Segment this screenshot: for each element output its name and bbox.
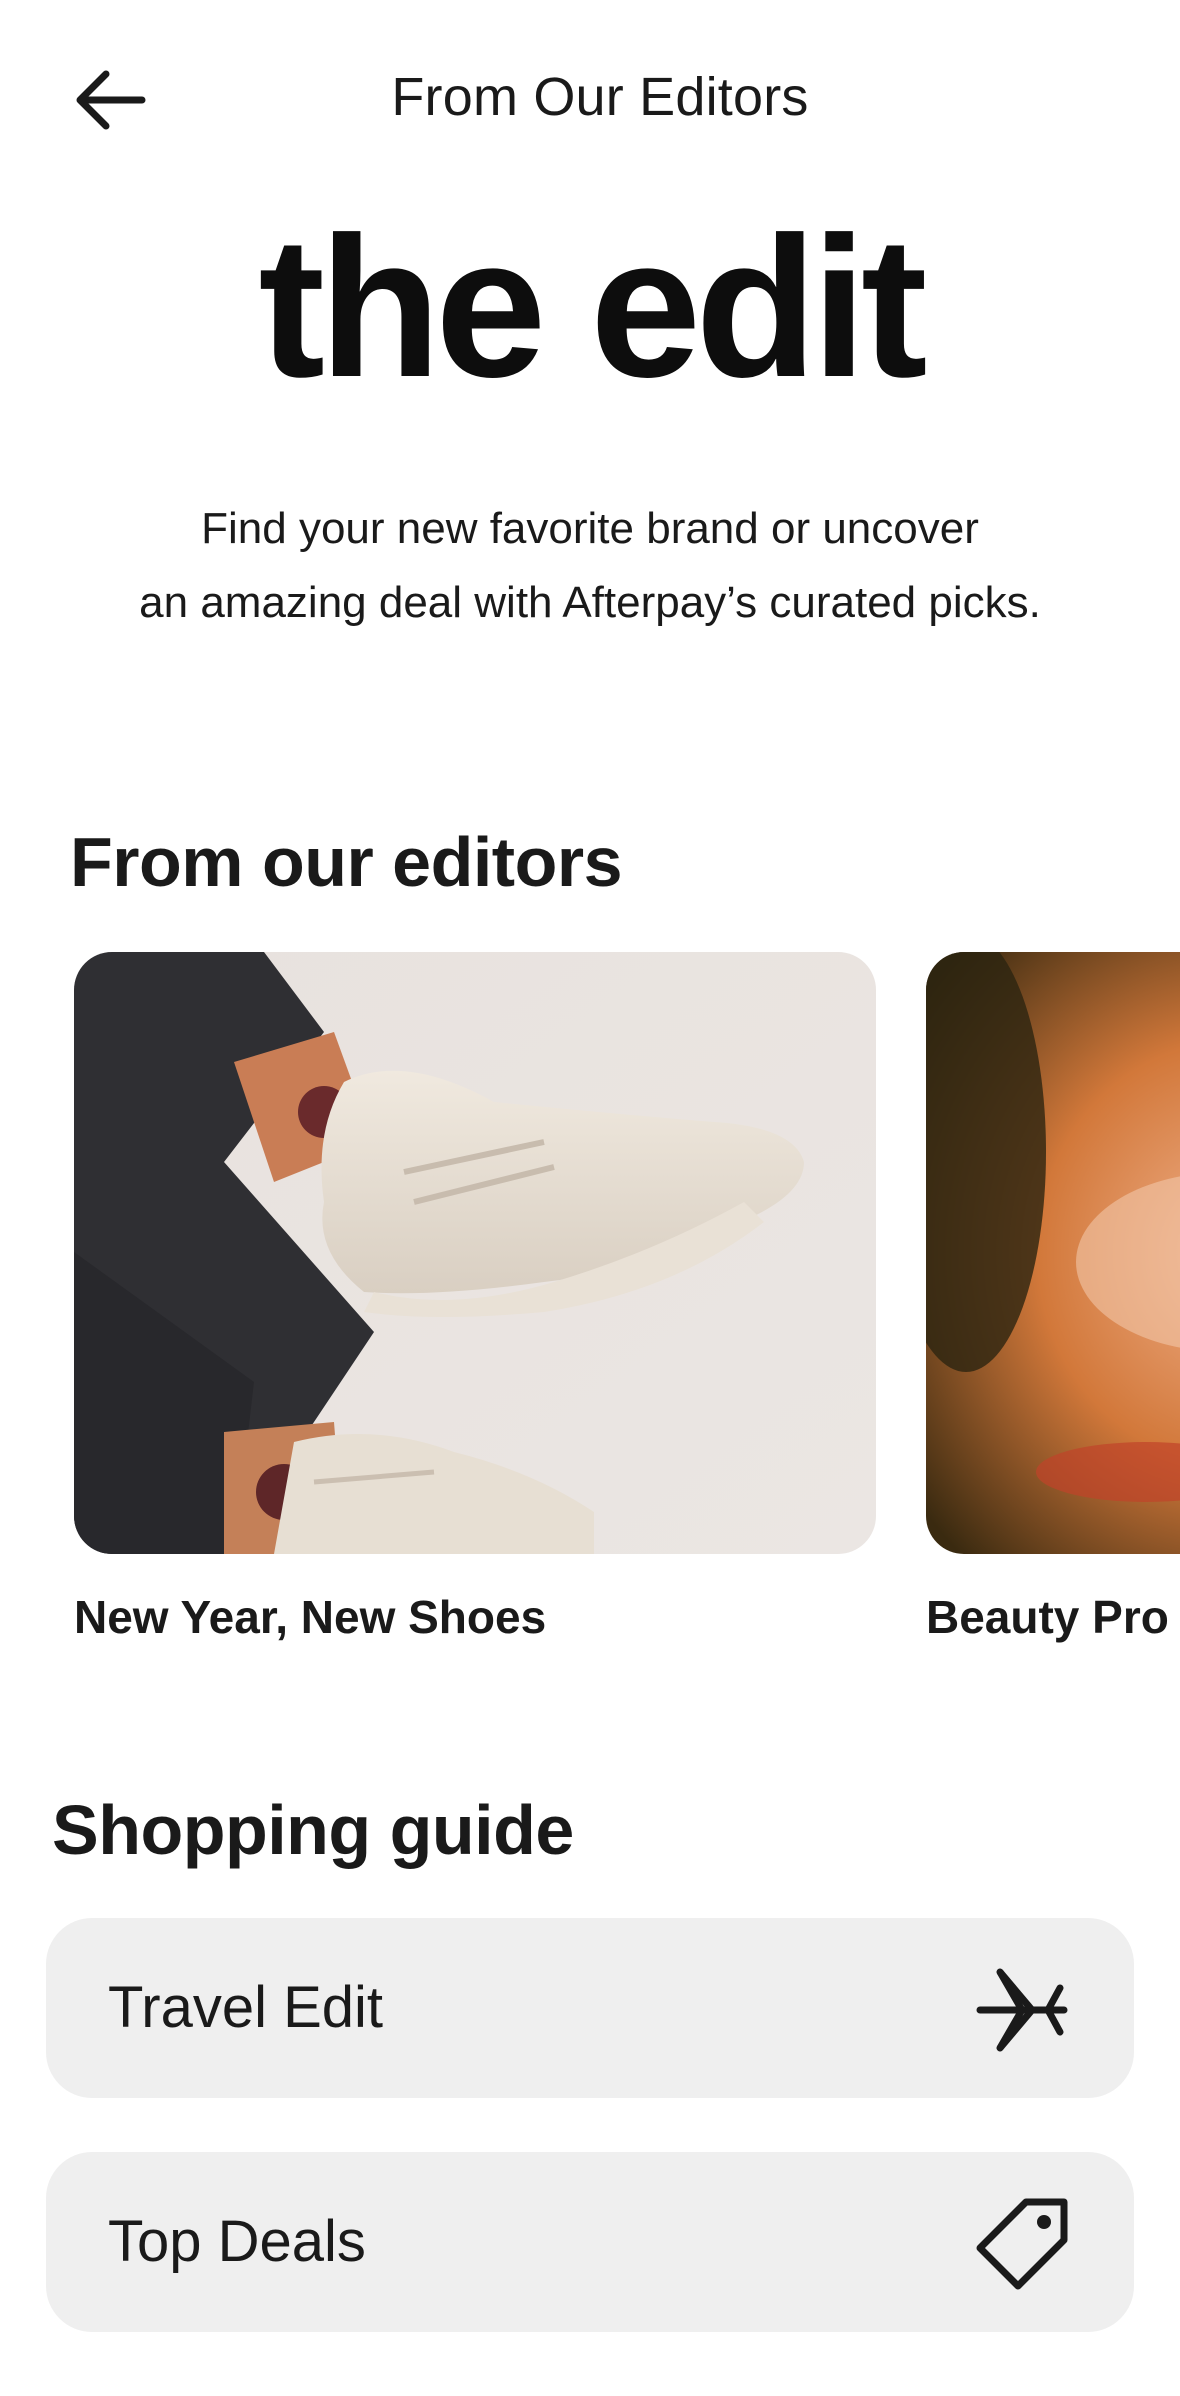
editors-carousel[interactable]: New Year, New Shoes Beauty Pro xyxy=(0,952,1180,1652)
page-title: From Our Editors xyxy=(391,67,809,127)
editors-section-heading: From our editors xyxy=(70,823,623,901)
airplane-icon xyxy=(970,1958,1074,2062)
guide-item-label: Travel Edit xyxy=(108,1975,384,2040)
top-bar: From Our Editors xyxy=(0,0,1180,200)
hero-description-line-1: Find your new favorite brand or uncover xyxy=(201,504,979,553)
guide-item-top-deals[interactable]: Top Deals xyxy=(46,2152,1134,2332)
editor-card[interactable]: Beauty Pro xyxy=(926,952,1180,1644)
editor-card[interactable]: New Year, New Shoes xyxy=(74,952,876,1644)
card-title: Beauty Pro xyxy=(926,1591,1169,1643)
price-tag-icon xyxy=(970,2192,1074,2296)
guide-item-travel-edit[interactable]: Travel Edit xyxy=(46,1918,1134,2098)
hero-description-line-2: an amazing deal with Afterpay’s curated … xyxy=(139,578,1041,627)
hero-description: Find your new favorite brand or uncover … xyxy=(60,492,1120,640)
shopping-guide-heading: Shopping guide xyxy=(52,1791,574,1869)
guide-item-label: Top Deals xyxy=(108,2209,366,2274)
card-title: New Year, New Shoes xyxy=(74,1591,547,1643)
portrait-photo xyxy=(926,952,1180,1554)
sneaker-photo xyxy=(74,952,876,1554)
the-edit-logo: the edit xyxy=(258,196,927,419)
